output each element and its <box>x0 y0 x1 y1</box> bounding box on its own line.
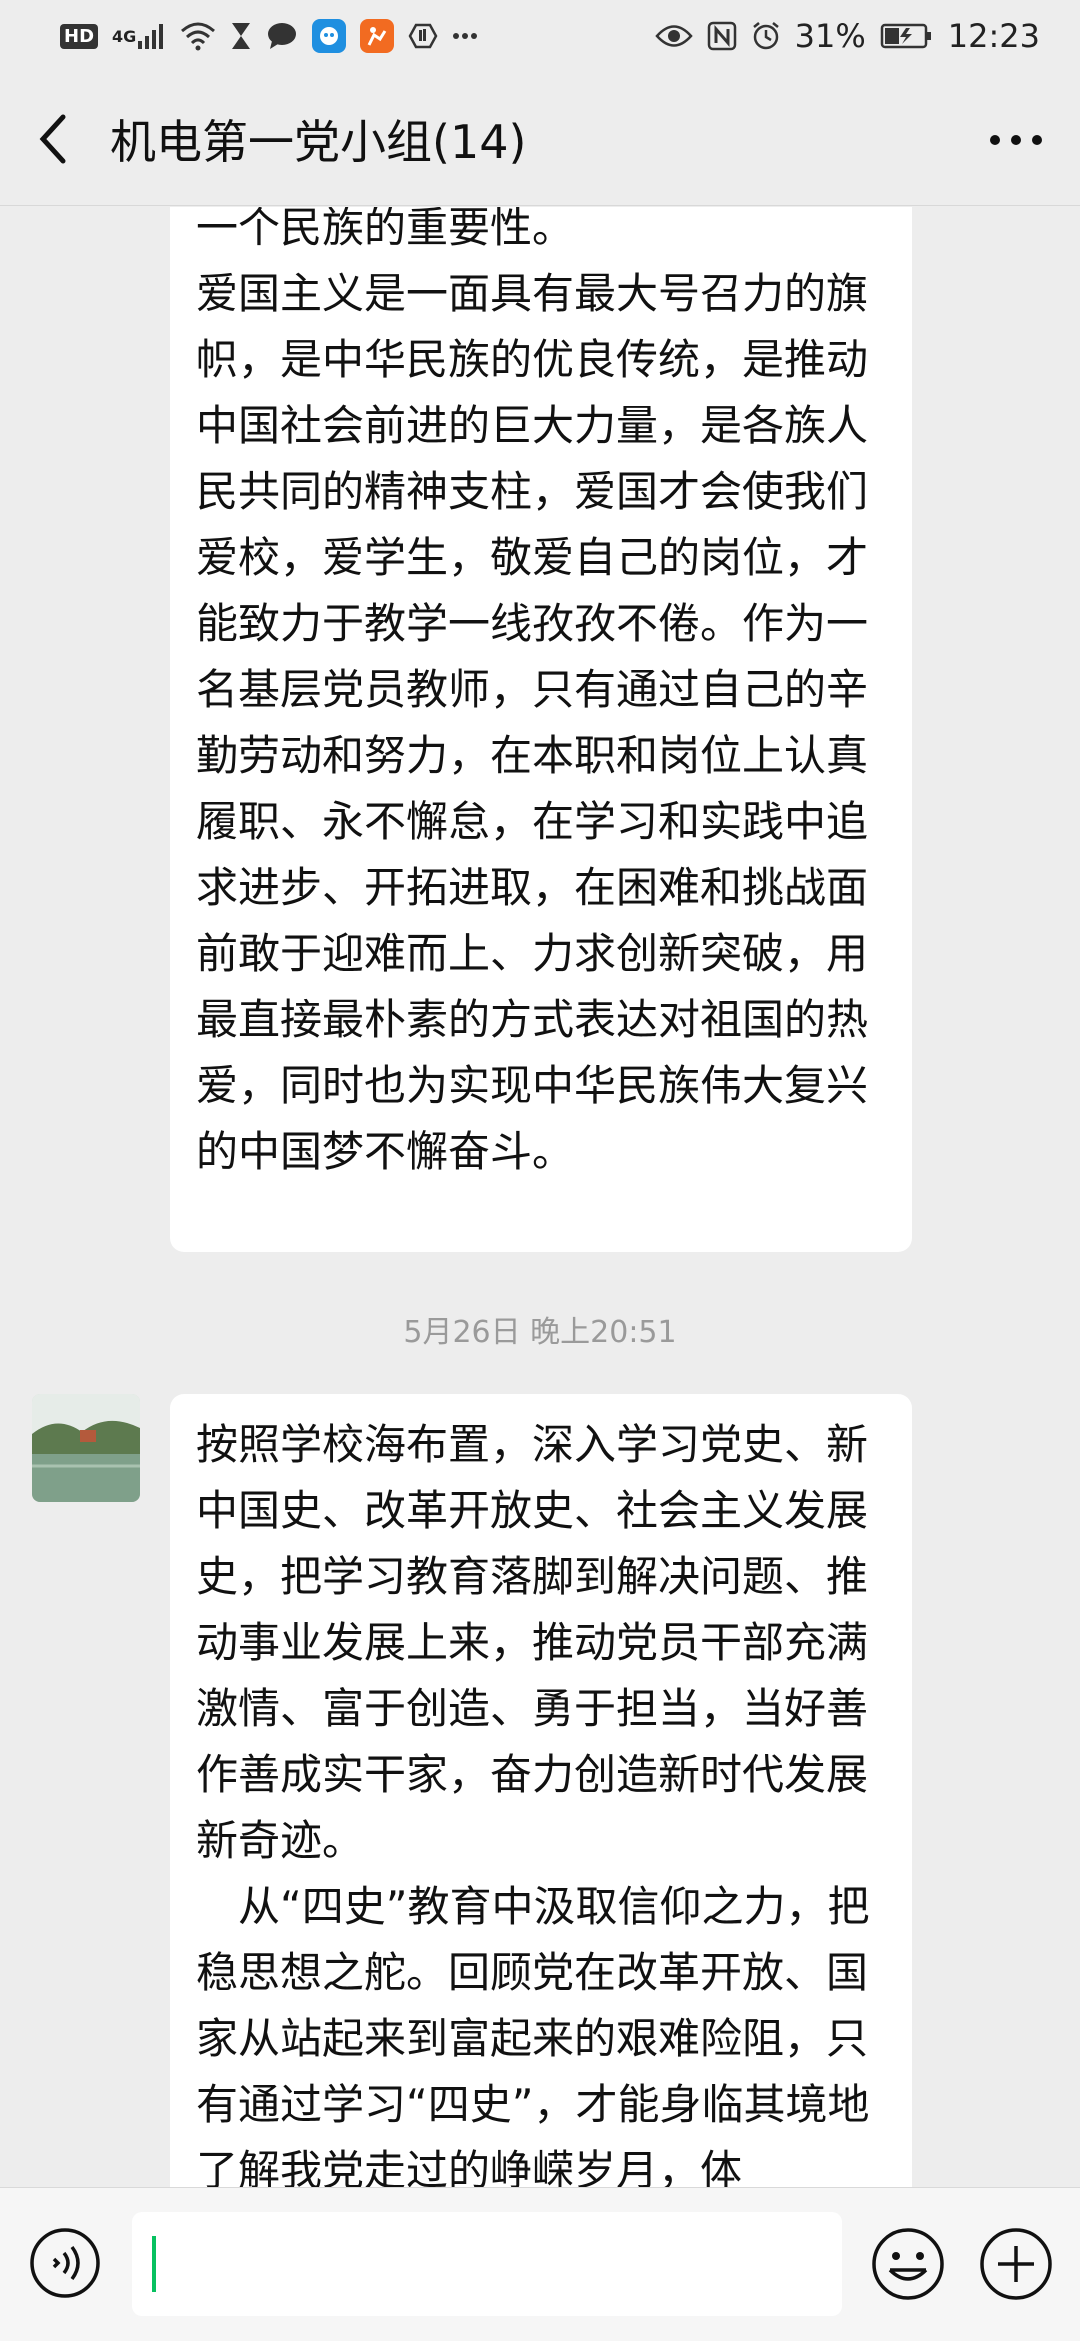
message-timestamp: 5月26日 晚上20:51 <box>403 1315 677 1350</box>
hourglass-icon <box>230 21 252 51</box>
status-left: HD 4G <box>60 19 478 53</box>
wifi-icon <box>180 21 216 51</box>
more-dots-icon <box>452 31 478 41</box>
message-input[interactable] <box>132 2212 842 2316</box>
back-chevron-icon <box>39 114 66 163</box>
chat-icon <box>266 21 298 51</box>
input-bar <box>0 2187 1080 2341</box>
app-orange-icon <box>360 19 395 53</box>
message-list[interactable]: 一个民族的重要性。 爱国主义是一面具有最大号召力的旗帜，是中华民族的优良传统，是… <box>0 207 1080 2187</box>
message-text: 从“四史”教育中汲取信仰之力，把稳思想之舵。回顾党在改革开放、国家从站起来到富起… <box>196 1882 870 2187</box>
signal-icon: 4G <box>112 21 166 51</box>
emoji-button[interactable] <box>870 2226 946 2302</box>
more-button[interactable] <box>988 112 1044 168</box>
clock: 12:23 <box>947 17 1040 55</box>
back-button[interactable] <box>0 72 110 206</box>
nfc-icon <box>707 21 737 51</box>
message-text: 一个民族的重要性。 <box>196 207 575 252</box>
voice-icon <box>30 2228 100 2298</box>
avatar[interactable] <box>32 1394 140 1502</box>
message-bubble[interactable]: 一个民族的重要性。 爱国主义是一面具有最大号召力的旗帜，是中华民族的优良传统，是… <box>170 207 912 1252</box>
more-actions-button[interactable] <box>978 2226 1054 2302</box>
hd-icon: HD <box>60 23 99 49</box>
emoji-icon <box>872 2228 944 2300</box>
more-icon <box>990 135 1042 145</box>
status-bar: HD 4G 31% 12:23 <box>0 0 1080 72</box>
text-caret <box>152 2236 156 2292</box>
chat-title: 机电第一党小组(14) <box>110 114 527 169</box>
message-text: 爱国主义是一面具有最大号召力的旗帜，是中华民族的优良传统，是推动中国社会前进的巨… <box>196 269 869 1176</box>
battery-icon <box>880 22 934 50</box>
chat-header: 机电第一党小组(14) <box>0 72 1080 206</box>
eye-icon <box>654 23 693 49</box>
plus-icon <box>980 2228 1052 2300</box>
battery-percent: 31% <box>794 17 866 55</box>
status-right: 31% 12:23 <box>654 17 1040 55</box>
voice-button[interactable] <box>28 2226 102 2300</box>
hand-icon <box>408 21 438 51</box>
message-bubble[interactable]: 按照学校海布置，深入学习党史、新中国史、改革开放史、社会主义发展史，把学习教育落… <box>170 1394 912 2187</box>
network-label: 4G <box>112 26 137 46</box>
message-text: 按照学校海布置，深入学习党史、新中国史、改革开放史、社会主义发展史，把学习教育落… <box>196 1420 869 1865</box>
app-icon <box>312 19 347 53</box>
alarm-icon <box>751 21 781 51</box>
